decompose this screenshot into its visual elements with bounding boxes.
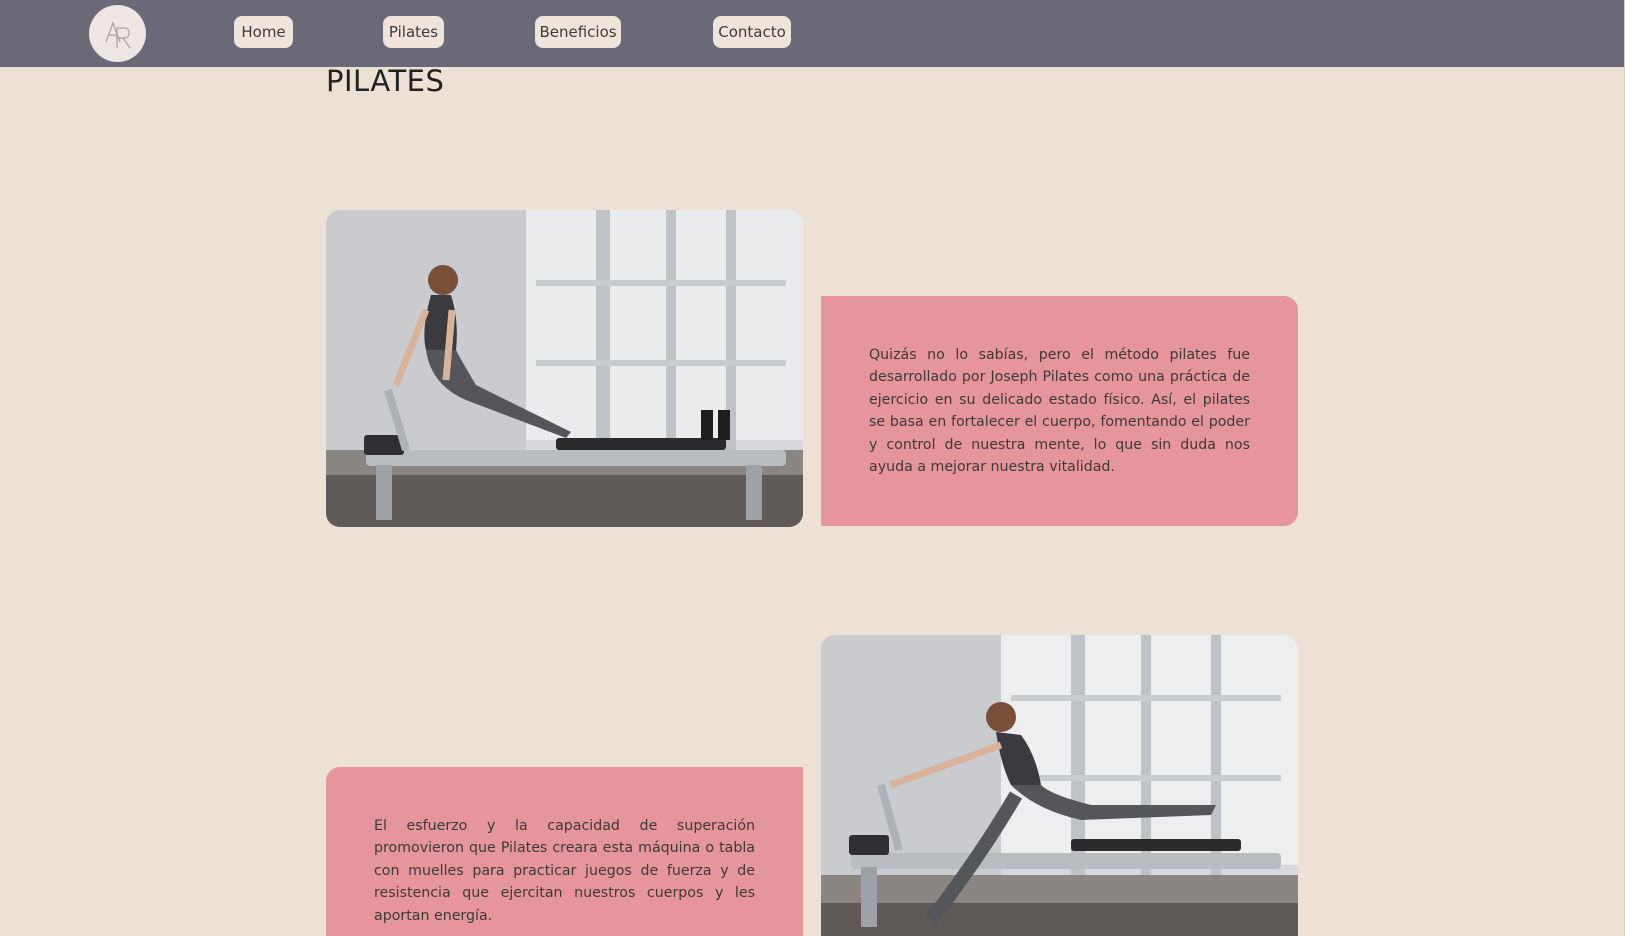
info-card-1: Quizás no lo sabías, pero el método pila… [821, 296, 1298, 526]
pilates-reformer-photo-1 [326, 210, 803, 527]
nav-home-button[interactable]: Home [234, 16, 293, 48]
info-card-1-text: Quizás no lo sabías, pero el método pila… [869, 347, 1250, 476]
info-card-2: El esfuerzo y la capacidad de superación… [326, 767, 803, 936]
nav-pilates-button[interactable]: Pilates [383, 16, 444, 48]
nav-beneficios-button[interactable]: Beneficios [535, 16, 621, 48]
nav-contacto-button[interactable]: Contacto [713, 16, 791, 48]
top-navbar: Home Pilates Beneficios Contacto [0, 0, 1625, 67]
logo-monogram-icon [104, 20, 130, 48]
page-title: PILATES [326, 64, 445, 98]
info-card-2-text: El esfuerzo y la capacidad de superación… [374, 818, 755, 924]
logo[interactable] [89, 5, 146, 62]
pilates-reformer-photo-2 [821, 635, 1298, 936]
